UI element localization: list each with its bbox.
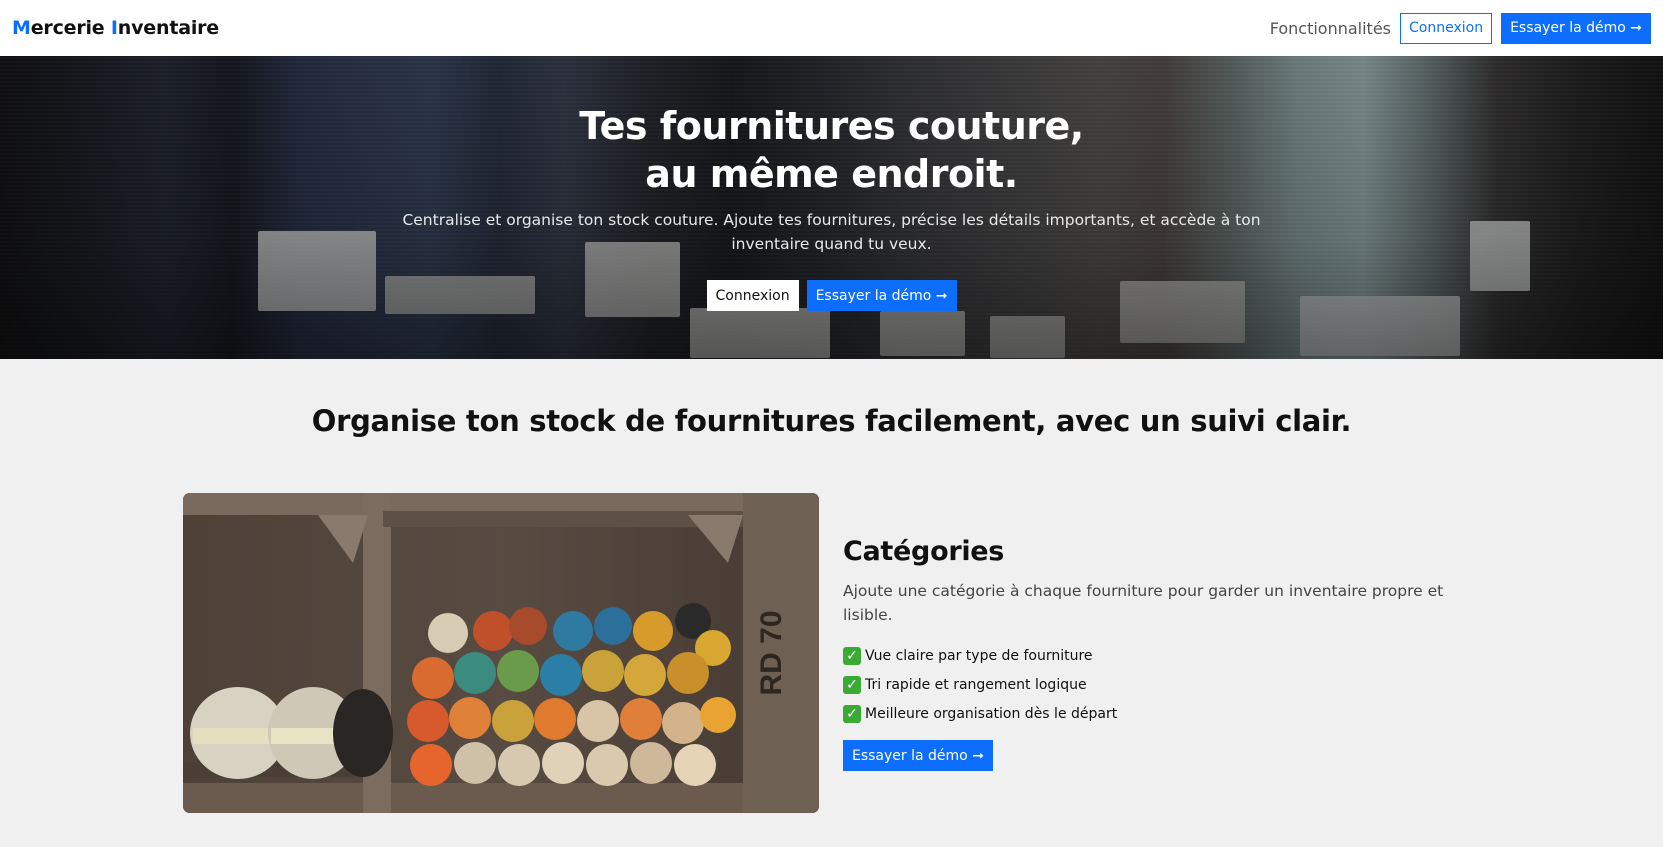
nav-login-button[interactable]: Connexion — [1400, 12, 1493, 44]
check-item: ✓ Vue claire par type de fourniture — [843, 641, 1463, 670]
feature-description: Ajoute une catégorie à chaque fourniture… — [843, 582, 1444, 624]
top-navbar: Mercerie Inventaire Fonctionnalités Conn… — [0, 0, 1663, 56]
crate-marking: RD 70 — [755, 610, 788, 695]
hero-demo-button[interactable]: Essayer la démo ➞ — [806, 280, 957, 311]
hero-login-button[interactable]: Connexion — [706, 280, 799, 311]
check-item-label: Meilleure organisation dès le départ — [865, 705, 1118, 722]
check-mark-icon: ✓ — [843, 704, 861, 723]
feature-demo-button[interactable]: Essayer la démo ➞ — [843, 740, 993, 771]
feature-title: Catégories — [843, 536, 1005, 567]
feature-categories: Catégories Ajoute une catégorie à chaque… — [843, 536, 1463, 771]
hero-actions: Connexion Essayer la démo ➞ — [0, 280, 1663, 311]
spool-label — [990, 316, 1065, 358]
brand-initial-m: M — [12, 17, 31, 39]
hero-title-line2: au même endroit. — [645, 152, 1018, 196]
check-item: ✓ Tri rapide et rangement logique — [843, 670, 1463, 699]
spool-label — [690, 308, 830, 358]
brand-initial-i: I — [110, 17, 118, 39]
yarn-crate-photo: RD 70 — [183, 493, 819, 813]
brand-word-2: nventaire — [117, 17, 219, 39]
feature-checklist: ✓ Vue claire par type de fourniture ✓ Tr… — [843, 641, 1463, 728]
nav-actions: Fonctionnalités Connexion Essayer la dém… — [1270, 12, 1651, 44]
check-item: ✓ Meilleure organisation dès le départ — [843, 699, 1463, 728]
brand-word-1: ercerie — [30, 17, 105, 39]
hero-title: Tes fournitures couture, au même endroit… — [0, 102, 1663, 198]
crate-illustration: RD 70 — [183, 493, 819, 813]
check-item-label: Vue claire par type de fourniture — [865, 647, 1093, 664]
hero-banner: Tes fournitures couture, au même endroit… — [0, 56, 1663, 359]
nav-demo-button[interactable]: Essayer la démo ➞ — [1501, 12, 1651, 44]
check-item-label: Tri rapide et rangement logique — [865, 676, 1087, 693]
hero-description: Centralise et organise ton stock couture… — [402, 211, 1261, 253]
hero-title-line1: Tes fournitures couture, — [579, 104, 1084, 148]
features-link[interactable]: Fonctionnalités — [1270, 19, 1391, 38]
brand-logo[interactable]: Mercerie Inventaire — [12, 17, 219, 39]
spool-label — [880, 311, 965, 356]
hero-content: Tes fournitures couture, au même endroit… — [0, 56, 1663, 311]
check-mark-icon: ✓ — [843, 646, 861, 665]
section-title: Organise ton stock de fournitures facile… — [311, 404, 1352, 438]
check-mark-icon: ✓ — [843, 675, 861, 694]
